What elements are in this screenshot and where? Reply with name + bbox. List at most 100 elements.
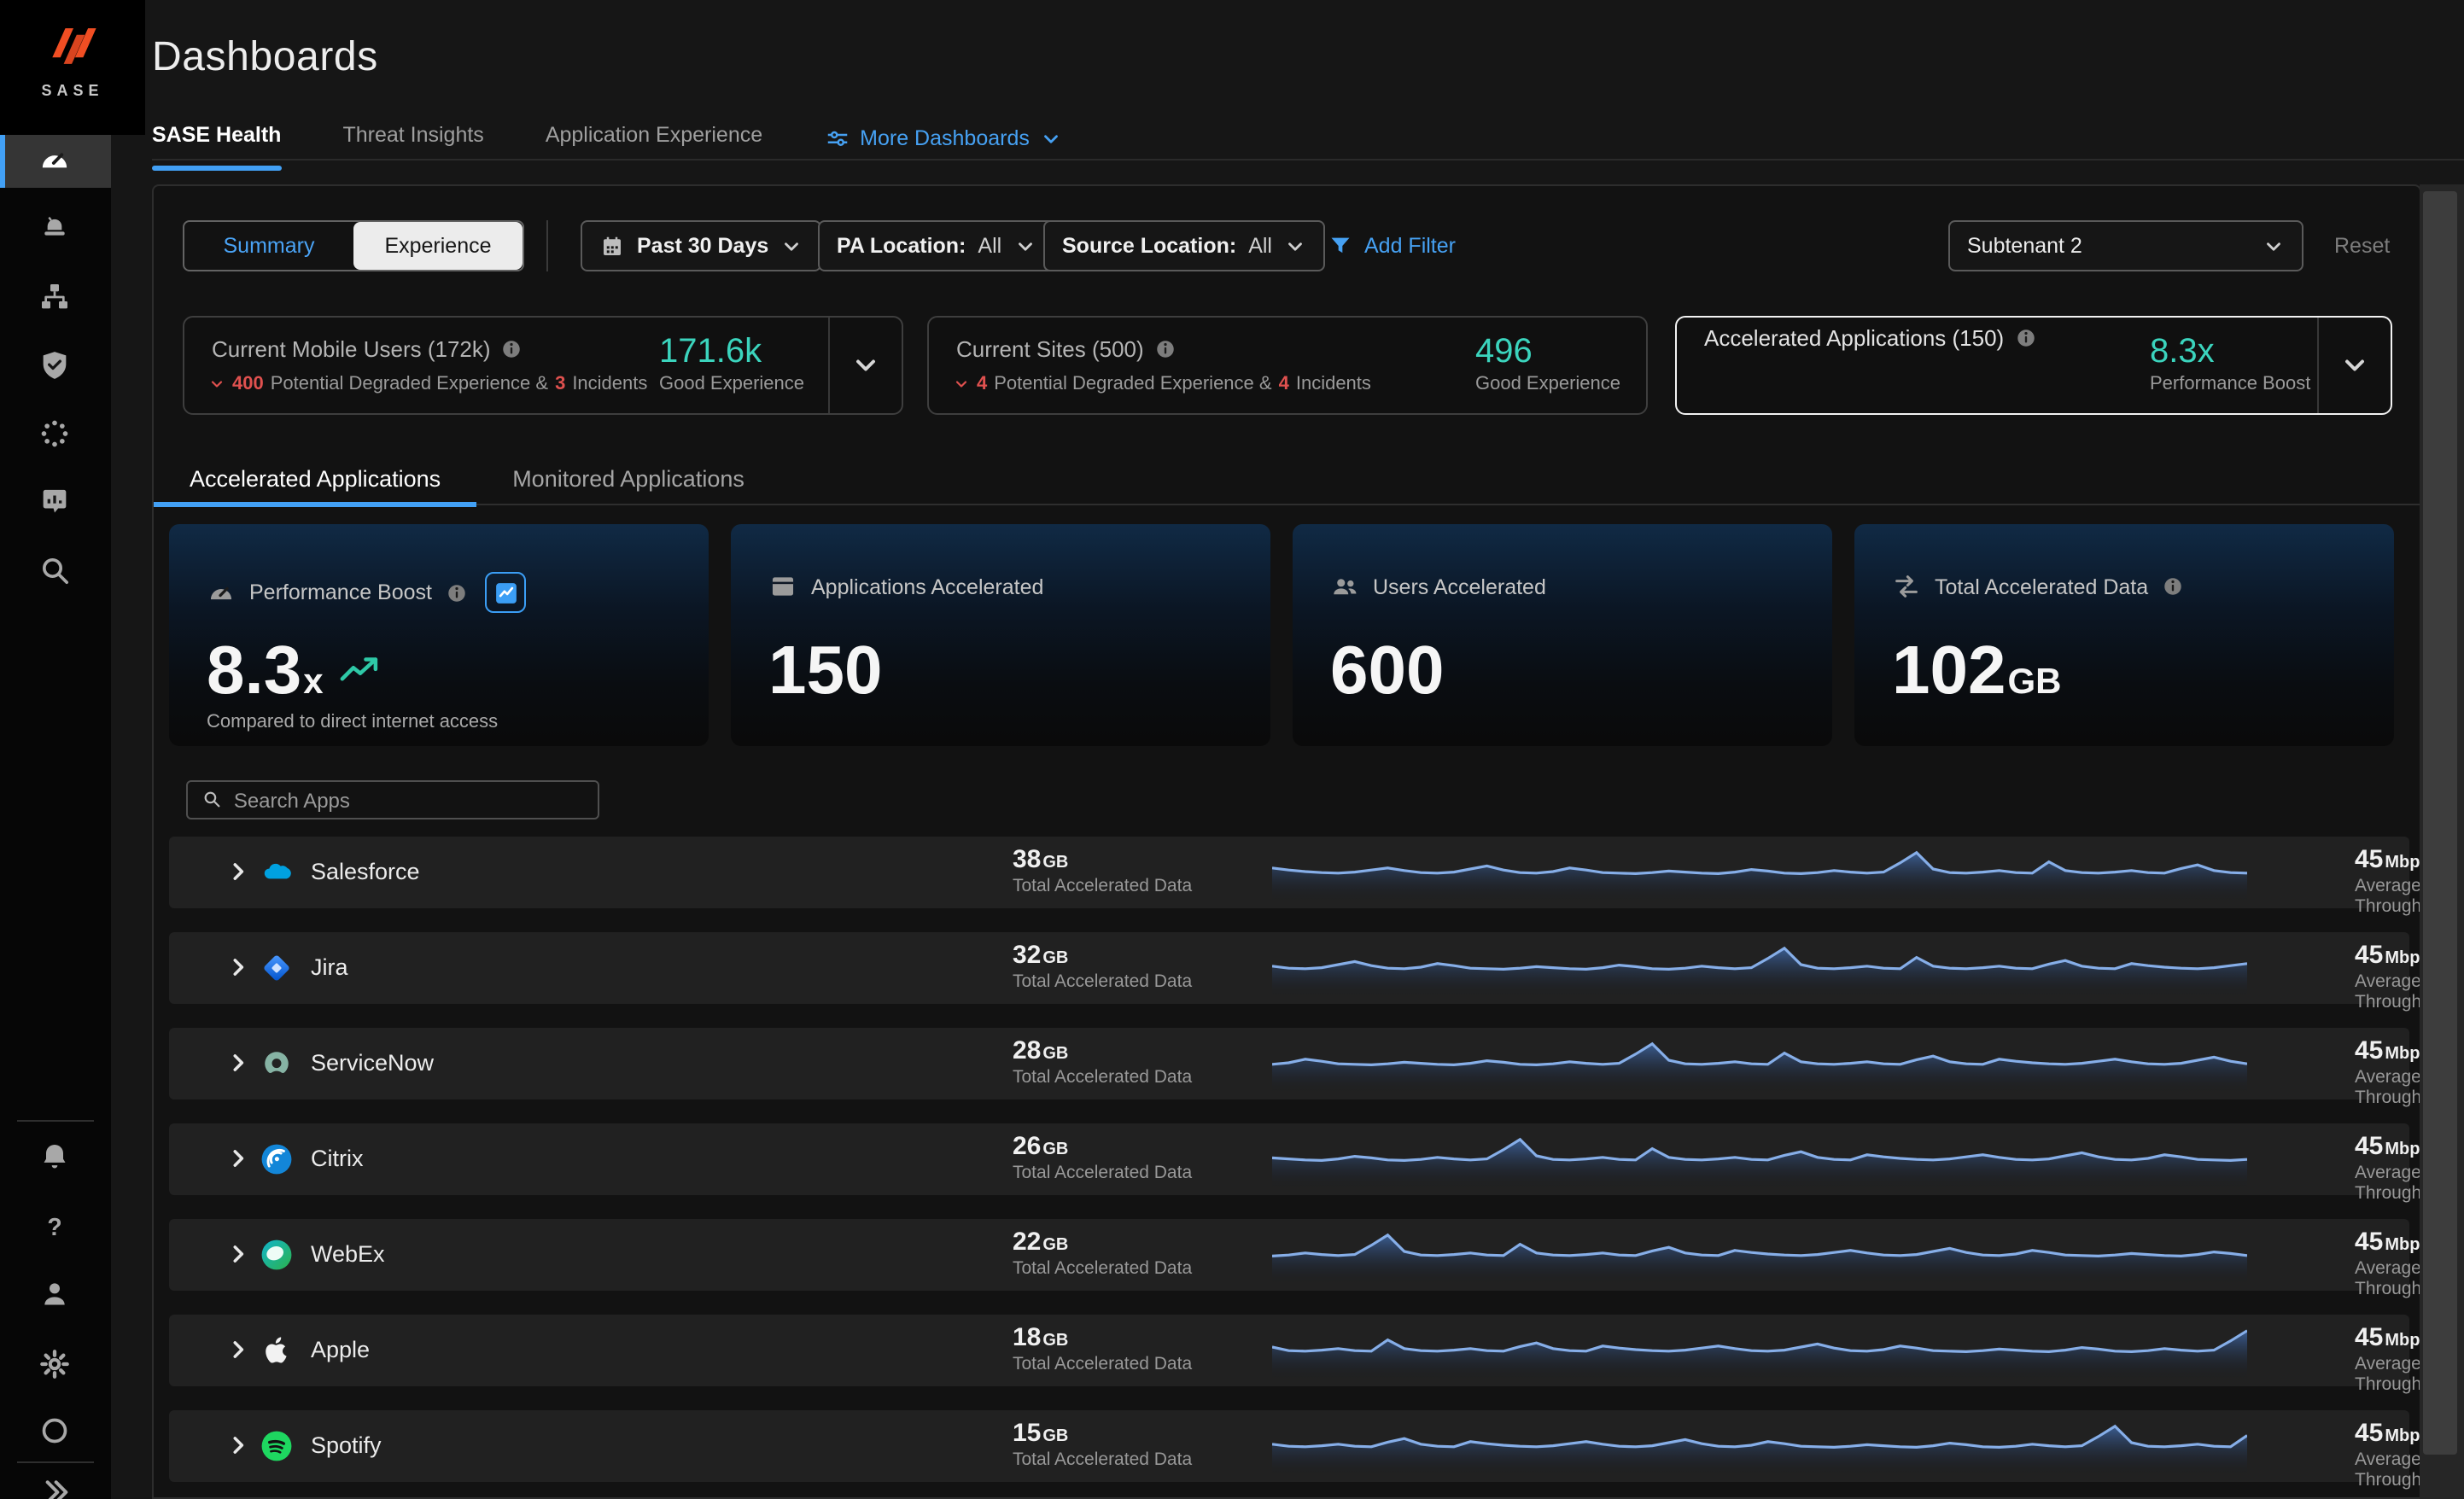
brand-logo-box: SASE <box>0 0 145 135</box>
subtenant-dropdown[interactable]: Subtenant 2 <box>1948 220 2303 271</box>
search-apps-input[interactable] <box>234 788 584 812</box>
add-filter-button[interactable]: Add Filter <box>1328 220 1456 271</box>
metric-subtext: Compared to direct internet access <box>207 712 498 732</box>
expand-row-chevron-icon[interactable] <box>225 1337 251 1362</box>
kpi-card-sites[interactable]: Current Sites (500) 4 Potential Degraded… <box>927 316 1648 415</box>
table-row[interactable]: Citrix 26GB Total Accelerated Data 45Mbp… <box>169 1123 2409 1195</box>
trend-down-icon <box>953 376 970 393</box>
status-circle-icon[interactable] <box>38 1414 72 1448</box>
info-icon[interactable] <box>2162 575 2184 598</box>
line-chart-icon <box>493 580 518 605</box>
app-name: ServiceNow <box>311 1050 434 1076</box>
kpi-value: 171.6k <box>659 333 762 372</box>
scrollbar-thumb[interactable] <box>2423 191 2457 1455</box>
throughput-value: 45Mbps <box>2355 1132 2430 1161</box>
kpi-title: Current Mobile Users (172k) <box>212 336 491 362</box>
expand-row-chevron-icon[interactable] <box>225 859 251 884</box>
main-panel: Summary Experience Past 30 Days PA Locat… <box>152 184 2421 1499</box>
kpi-card-accelerated-apps[interactable]: Accelerated Applications (150) 8.3x Perf… <box>1675 316 2392 415</box>
tab-application-experience[interactable]: Application Experience <box>546 123 762 154</box>
tab-accelerated-applications[interactable]: Accelerated Applications <box>154 454 476 504</box>
reset-filters-button[interactable]: Reset <box>2334 220 2390 271</box>
info-icon[interactable] <box>1154 338 1177 360</box>
info-icon[interactable] <box>2014 327 2036 349</box>
throughput-sparkline <box>1272 1327 2247 1378</box>
accelerated-data-label: Total Accelerated Data <box>1013 876 1192 896</box>
help-question-icon[interactable]: ? <box>38 1210 72 1245</box>
security-shield-icon[interactable] <box>38 348 72 382</box>
servicenow-icon <box>258 1045 295 1082</box>
sidebar-item-dashboards[interactable] <box>0 135 111 188</box>
table-row[interactable]: Salesforce 38GB Total Accelerated Data 4… <box>169 837 2409 908</box>
chevron-down-icon <box>1040 127 1062 149</box>
expand-row-chevron-icon[interactable] <box>225 1432 251 1458</box>
sidebar-divider-bottom <box>17 1461 94 1463</box>
app-name: Apple <box>311 1337 370 1362</box>
throughput-sparkline <box>1272 1040 2247 1091</box>
accelerated-data-value: 32GB <box>1013 941 1068 970</box>
table-row[interactable]: Spotify 15GB Total Accelerated Data 45Mb… <box>169 1410 2409 1482</box>
pagination-bar: 20 Apps / page Page 1 of 143 <box>154 1489 2423 1499</box>
network-topology-icon[interactable] <box>38 280 72 314</box>
chevron-down-icon <box>780 235 803 257</box>
expand-row-chevron-icon[interactable] <box>225 1241 251 1267</box>
reports-icon[interactable] <box>38 485 72 519</box>
scrollbar-track[interactable] <box>2420 184 2464 1499</box>
jira-icon <box>258 949 295 987</box>
collapse-chevrons-icon[interactable] <box>38 1475 72 1499</box>
throughput-value: 45Mbps <box>2355 1419 2430 1448</box>
expand-chevron-icon[interactable] <box>2339 350 2370 381</box>
kpi-card-mobile-users[interactable]: Current Mobile Users (172k) 400 Potentia… <box>183 316 903 415</box>
summary-toggle-button[interactable]: Summary <box>184 222 353 270</box>
app-name: WebEx <box>311 1241 385 1267</box>
more-dashboards-menu[interactable]: More Dashboards <box>824 125 1062 151</box>
app-name: Jira <box>311 954 348 980</box>
expand-row-chevron-icon[interactable] <box>225 1050 251 1076</box>
search-icon <box>201 789 222 811</box>
metric-card-users-accelerated: Users Accelerated 600 <box>1293 524 1832 746</box>
accelerated-data-label: Total Accelerated Data <box>1013 1449 1192 1470</box>
tabs-bottom-border <box>152 159 2464 160</box>
search-nav-icon[interactable] <box>38 553 72 587</box>
tab-monitored-applications[interactable]: Monitored Applications <box>476 454 780 504</box>
expand-chevron-icon[interactable] <box>850 350 881 381</box>
time-range-dropdown[interactable]: Past 30 Days <box>581 220 821 271</box>
table-row[interactable]: ServiceNow 28GB Total Accelerated Data 4… <box>169 1028 2409 1099</box>
metric-card-performance-boost: Performance Boost 8.3x Compared to direc… <box>169 524 709 746</box>
table-row[interactable]: Apple 18GB Total Accelerated Data 45Mbps… <box>169 1315 2409 1386</box>
chevron-down-icon <box>2263 235 2285 257</box>
kpi-value-label: Good Experience <box>659 374 804 394</box>
kpi-expand-divider <box>2317 318 2319 413</box>
segments-dots-icon[interactable] <box>38 417 72 451</box>
accelerated-data-value: 22GB <box>1013 1228 1068 1257</box>
source-location-dropdown[interactable]: Source Location: All <box>1043 220 1325 271</box>
info-icon[interactable] <box>501 338 523 360</box>
notifications-bell-icon[interactable] <box>38 1140 72 1175</box>
accelerated-data-label: Total Accelerated Data <box>1013 971 1192 992</box>
throughput-value: 45Mbps <box>2355 845 2430 874</box>
app-name: Spotify <box>311 1432 382 1458</box>
pa-location-dropdown[interactable]: PA Location: All <box>818 220 1054 271</box>
experience-toggle-button[interactable]: Experience <box>353 222 523 270</box>
expand-row-chevron-icon[interactable] <box>225 1146 251 1171</box>
info-icon[interactable] <box>446 581 468 604</box>
kpi-expand-divider <box>828 318 830 413</box>
dashboard-gauge-icon <box>38 143 72 178</box>
expand-row-chevron-icon[interactable] <box>225 954 251 980</box>
user-profile-icon[interactable] <box>38 1277 72 1311</box>
metric-card-applications-accelerated: Applications Accelerated 150 <box>731 524 1270 746</box>
app-name: Salesforce <box>311 859 420 884</box>
chart-view-button[interactable] <box>485 572 526 613</box>
tab-threat-insights[interactable]: Threat Insights <box>342 123 483 154</box>
alerts-siren-icon[interactable] <box>38 210 72 244</box>
tab-sase-health[interactable]: SASE Health <box>152 123 281 154</box>
chevron-down-icon <box>1284 235 1306 257</box>
throughput-sparkline <box>1272 1135 2247 1187</box>
settings-gear-icon[interactable] <box>38 1347 72 1381</box>
accelerated-data-value: 26GB <box>1013 1132 1068 1161</box>
kpi-title: Current Sites (500) <box>956 336 1144 362</box>
gauge-icon <box>207 578 236 607</box>
table-row[interactable]: Jira 32GB Total Accelerated Data 45Mbps … <box>169 932 2409 1004</box>
table-row[interactable]: WebEx 22GB Total Accelerated Data 45Mbps… <box>169 1219 2409 1291</box>
throughput-value: 45Mbps <box>2355 941 2430 970</box>
